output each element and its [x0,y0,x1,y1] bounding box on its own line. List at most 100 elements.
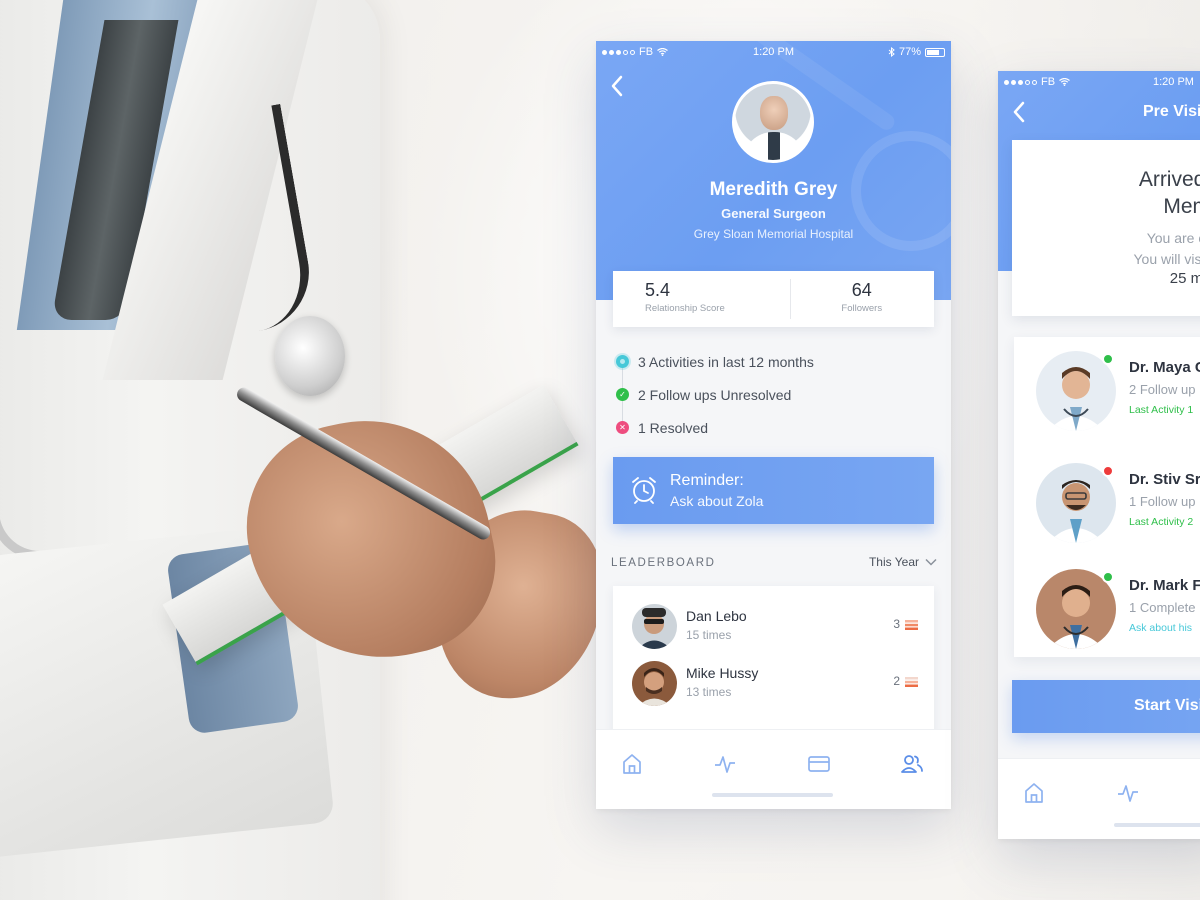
back-button[interactable] [1012,101,1032,125]
status-time: 1:20 PM [1153,76,1194,88]
reminder-title: Reminder: [670,472,744,489]
tab-home[interactable] [620,752,644,776]
stethoscope-tube-lower [0,270,60,560]
leaderboard-times: 13 times [686,685,732,699]
tab-bar [998,758,1200,839]
activity-icon [715,756,735,773]
busy-status-icon [1102,465,1114,477]
tab-activity[interactable] [1116,781,1140,805]
timeline-item[interactable]: ✕ 1 Resolved [616,411,936,444]
leaderboard-rank: 2 [893,674,900,688]
alarm-clock-icon [632,477,656,504]
stat-value: 64 [851,280,872,300]
timeline-text: 3 Activities in last 12 months [638,353,814,370]
tab-bar [596,729,951,809]
bluetooth-icon [888,47,895,57]
timeline-item[interactable]: ✓ 2 Follow ups Unresolved [616,378,936,411]
doctor-followups: 1 Follow up [1129,494,1196,509]
doctor-last-activity: Last Activity 1 [1129,404,1194,416]
filter-label: This Year [868,555,919,569]
doctor-followups: 1 Complete [1129,600,1196,615]
carrier-label: FB [1041,76,1056,88]
stat-label: Relationship Score [645,303,725,314]
activity-timeline: 3 Activities in last 12 months ✓ 2 Follo… [616,345,936,444]
leaderboard-filter-dropdown[interactable]: This Year [869,555,937,569]
timeline-text: 1 Resolved [638,419,709,436]
status-bar: FB 1:20 PM [998,71,1200,93]
avatar [632,604,677,649]
signal-icon [1004,79,1037,85]
leaderboard-times: 15 times [686,628,732,642]
arrival-title: Arrived at Sl Memor [1076,166,1200,220]
doctor-row[interactable]: Dr. Mark F 1 Complete Ask about his [1014,555,1200,649]
arrival-subtitle: You are on ser You will visit in app [1062,228,1200,270]
stat-value: 5.4 [645,280,671,300]
stack-icon [905,677,918,687]
stat-label: Followers [841,303,883,314]
doctor-row[interactable]: Dr. Stiv Sr 1 Follow up Last Activity 2 [1014,449,1200,543]
doctor-last-activity: Ask about his [1129,622,1193,634]
doctor-name: Dr. Stiv Sr [1129,471,1200,488]
arrival-wait-time: 25 mins [1169,270,1200,287]
leaderboard-row[interactable]: Mike Hussy 13 times 2 [613,655,934,706]
leaderboard-name: Dan Lebo [686,608,747,624]
arrival-title-line1: Arrived at Sl [1138,168,1200,191]
stethoscope-chestpiece [275,316,345,396]
home-icon [1025,783,1043,803]
home-indicator [1114,823,1200,827]
status-bar: FB 1:20 PM 77% [596,41,951,63]
reminder-banner[interactable]: Reminder: Ask about Zola [613,457,934,524]
doctor-last-activity: Last Activity 2 [1129,516,1194,528]
arrival-line1: You are on ser [1146,230,1200,246]
leaderboard-heading: LEADERBOARD [611,557,716,569]
pre-visit-screen: FB 1:20 PM Pre Visi Arrived at Sl Memor … [998,71,1200,839]
battery-icon [925,47,945,57]
users-icon [901,755,923,773]
chevron-left-icon [611,75,623,97]
activity-dot-icon [616,355,629,368]
profile-avatar [732,81,814,163]
tab-payments[interactable] [807,752,831,776]
timeline-text: 2 Follow ups Unresolved [638,386,792,403]
check-icon: ✓ [616,388,629,401]
chevron-left-icon [1013,101,1025,123]
page-title: Pre Visi [1143,103,1200,120]
timeline-item[interactable]: 3 Activities in last 12 months [616,345,936,378]
tab-people[interactable] [900,752,924,776]
profile-screen: FB 1:20 PM 77% Meredith Grey General Sur… [596,41,951,809]
doctor-row[interactable]: Dr. Maya C 2 Follow up Last Activity 1 [1014,337,1200,431]
tab-activity[interactable] [713,752,737,776]
close-icon: ✕ [616,421,629,434]
doctor-name: Dr. Maya C [1129,359,1200,376]
card-icon [808,756,830,772]
profile-header: FB 1:20 PM 77% Meredith Grey General Sur… [596,41,951,300]
status-carrier: FB [1004,76,1070,88]
leaderboard-name: Mike Hussy [686,665,759,681]
home-icon [623,754,641,774]
arrival-title-line2: Memor [1163,195,1200,218]
stat-followers: 64 Followers [789,271,935,327]
stats-card: 5.4 Relationship Score 64 Followers [613,271,934,327]
arrival-card: Arrived at Sl Memor You are on ser You w… [1012,140,1200,316]
start-visit-label: Start Visi [1134,697,1200,714]
tab-home[interactable] [1022,781,1046,805]
activity-icon [1118,785,1138,802]
online-status-icon [1102,571,1114,583]
doctor-list: Dr. Maya C 2 Follow up Last Activity 1 D… [1014,337,1200,657]
leaderboard-rank: 3 [893,617,900,631]
home-indicator [712,793,833,797]
stat-relationship-score: 5.4 Relationship Score [613,271,790,327]
stack-icon [905,620,918,630]
profile-name: Meredith Grey [709,179,838,200]
back-button[interactable] [610,75,630,99]
leaderboard-row[interactable]: Dan Lebo 15 times 3 [613,598,934,649]
wifi-icon [1059,78,1070,86]
avatar [632,661,677,706]
profile-hospital: Grey Sloan Memorial Hospital [693,227,854,241]
reminder-subtitle: Ask about Zola [670,493,764,509]
doctor-followups: 2 Follow up [1129,382,1196,397]
chevron-down-icon [925,558,937,566]
start-visit-button[interactable]: Start Visi [1012,680,1200,733]
online-status-icon [1102,353,1114,365]
profile-role: General Surgeon [721,206,826,221]
